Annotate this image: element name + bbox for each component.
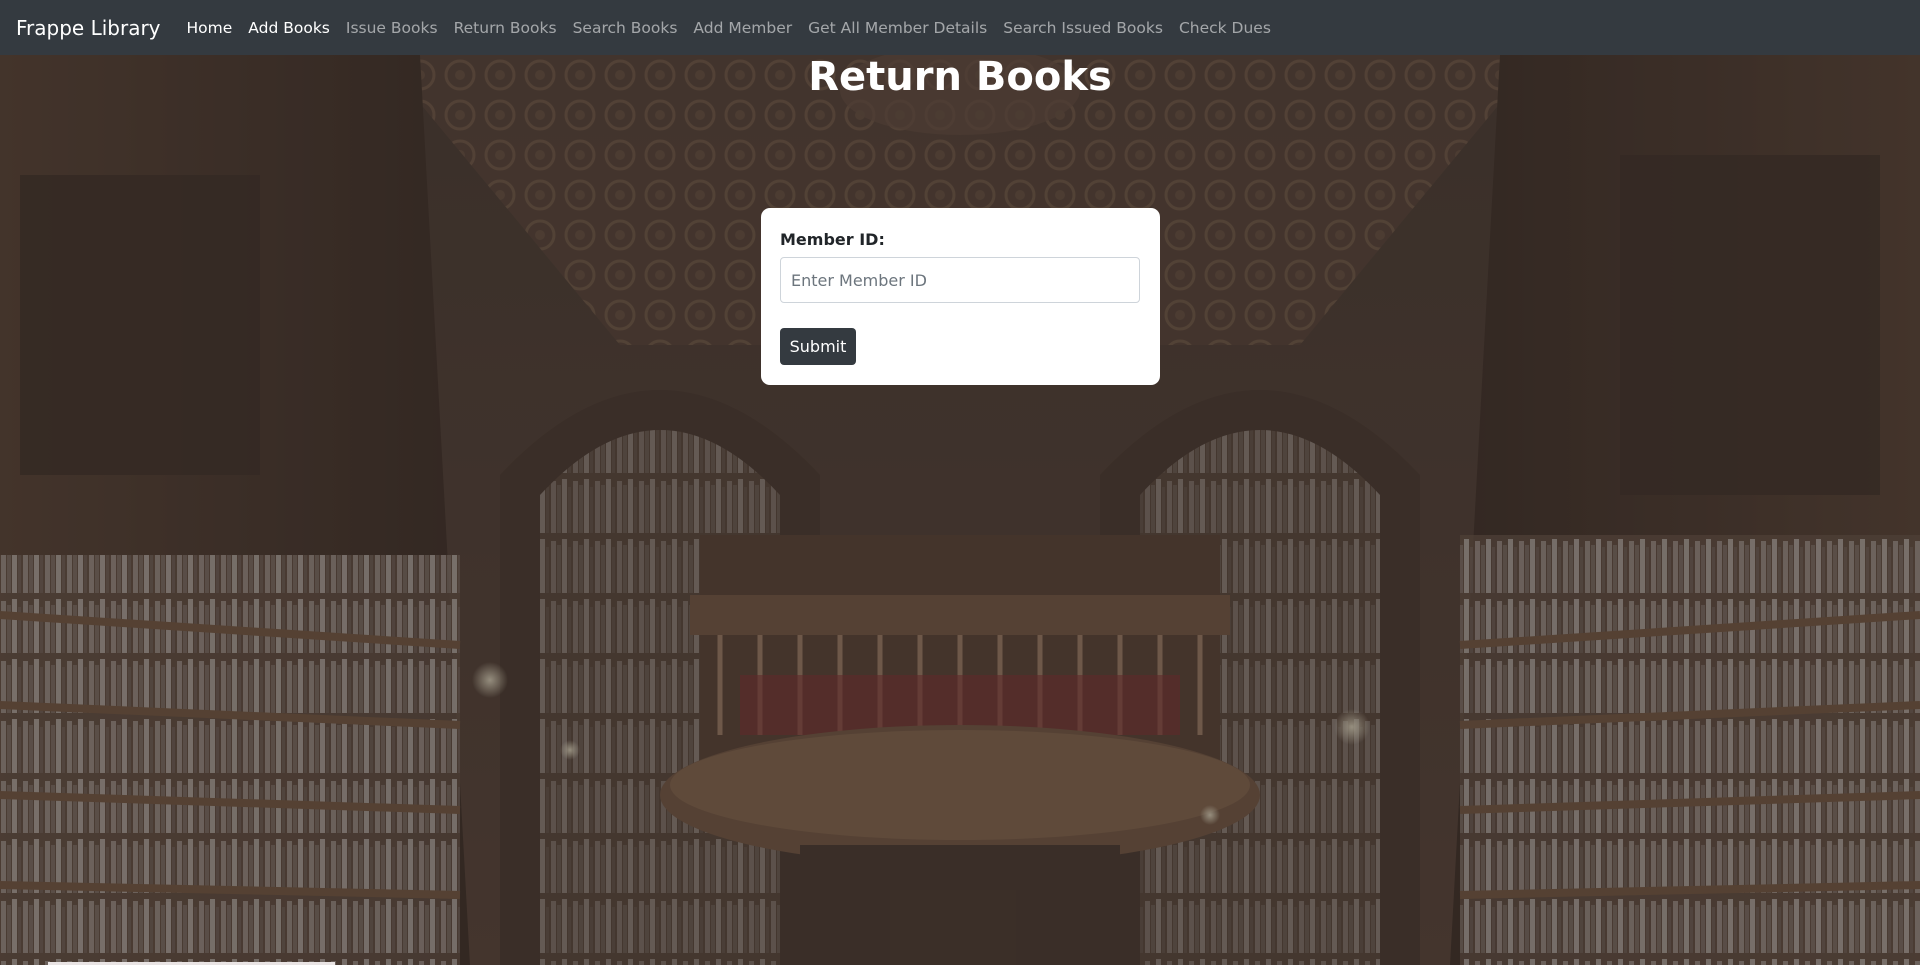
submit-button[interactable]: Submit xyxy=(780,328,856,365)
background-overlay xyxy=(0,55,1920,965)
member-id-input[interactable] xyxy=(780,257,1140,303)
member-id-label: Member ID: xyxy=(780,230,885,249)
nav-item-home[interactable]: Home xyxy=(187,19,233,37)
page-title: Return Books xyxy=(808,54,1112,100)
nav-item-check-dues[interactable]: Check Dues xyxy=(1179,19,1271,37)
nav-item-search-issued-books[interactable]: Search Issued Books xyxy=(1003,19,1163,37)
nav-item-return-books[interactable]: Return Books xyxy=(454,19,557,37)
nav-item-add-books[interactable]: Add Books xyxy=(248,19,330,37)
return-books-form-card: Member ID: Submit xyxy=(761,208,1160,385)
nav-item-add-member[interactable]: Add Member xyxy=(693,19,792,37)
nav-item-get-all-member-details[interactable]: Get All Member Details xyxy=(808,19,987,37)
library-background-image xyxy=(0,55,1920,965)
nav-item-search-books[interactable]: Search Books xyxy=(573,19,678,37)
top-navbar: Frappe Library Home Add Books Issue Book… xyxy=(0,0,1920,55)
brand-link[interactable]: Frappe Library xyxy=(16,16,161,40)
nav-item-issue-books[interactable]: Issue Books xyxy=(346,19,438,37)
